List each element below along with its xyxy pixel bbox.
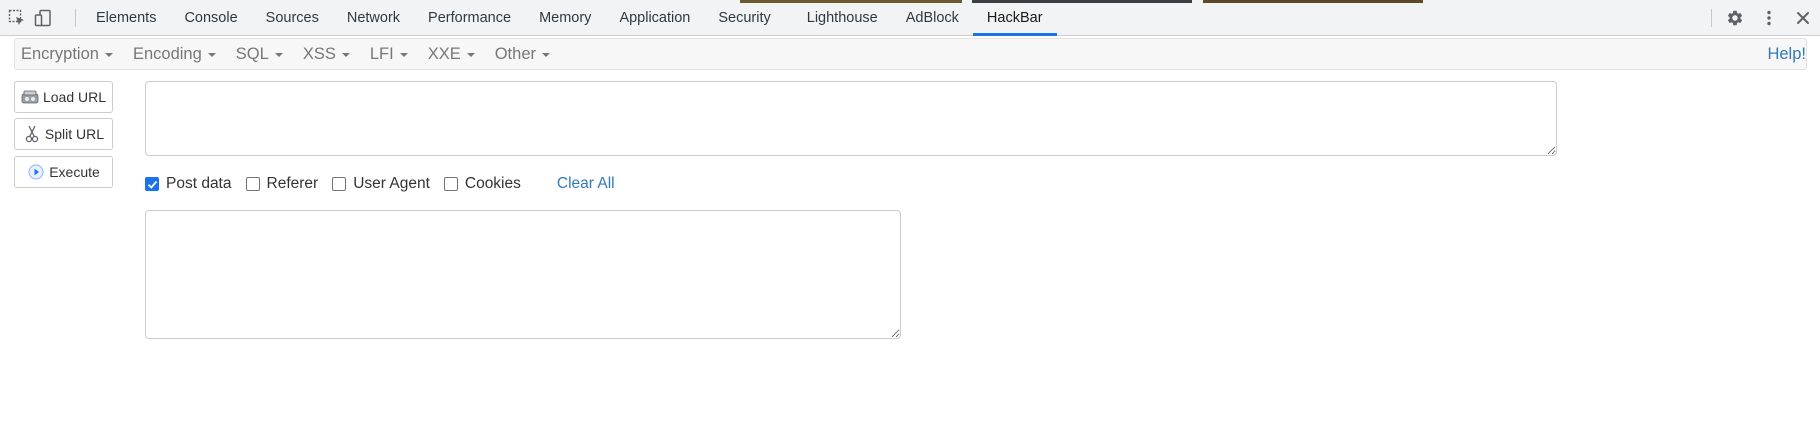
menu-lfi[interactable]: LFI bbox=[370, 45, 418, 64]
user-agent-label: User Agent bbox=[353, 175, 430, 192]
play-icon bbox=[27, 163, 45, 181]
execute-label: Execute bbox=[49, 164, 100, 180]
load-url-label: Load URL bbox=[42, 89, 107, 105]
tab-adblock[interactable]: AdBlock bbox=[892, 0, 973, 36]
caret-down-icon bbox=[466, 53, 475, 57]
devtools-tabs: Elements Console Sources Network Perform… bbox=[82, 0, 1057, 36]
tab-security[interactable]: Security bbox=[704, 0, 784, 36]
cookies-label: Cookies bbox=[464, 175, 521, 192]
more-options-icon[interactable] bbox=[1758, 7, 1780, 29]
tab-elements[interactable]: Elements bbox=[82, 0, 170, 36]
hackbar-menubar: Encryption Encoding SQL XSS LFI XXE Othe… bbox=[14, 38, 1807, 70]
referer-label: Referer bbox=[266, 175, 319, 192]
split-url-button[interactable]: Split URL bbox=[14, 118, 113, 150]
help-link[interactable]: Help! bbox=[1767, 39, 1806, 69]
devtools-right-controls bbox=[1711, 0, 1820, 36]
menu-other[interactable]: Other bbox=[495, 45, 560, 64]
tab-lighthouse[interactable]: Lighthouse bbox=[793, 0, 892, 36]
menu-encoding[interactable]: Encoding bbox=[133, 45, 226, 64]
tab-console[interactable]: Console bbox=[170, 0, 251, 36]
menu-label: Other bbox=[494, 44, 536, 63]
page-content-strip bbox=[1203, 0, 1423, 3]
menu-label: Encoding bbox=[132, 44, 202, 63]
settings-gear-icon[interactable] bbox=[1724, 7, 1746, 29]
referer-checkbox[interactable] bbox=[245, 177, 260, 191]
caret-down-icon bbox=[399, 53, 408, 57]
device-toolbar-icon[interactable] bbox=[32, 7, 54, 29]
caret-down-icon bbox=[542, 53, 550, 57]
caret-down-icon bbox=[104, 53, 113, 57]
post-data-label: Post data bbox=[166, 175, 232, 192]
menu-xxe[interactable]: XXE bbox=[428, 45, 485, 64]
menu-label: LFI bbox=[369, 44, 394, 63]
user-agent-checkbox[interactable] bbox=[332, 177, 347, 191]
hackbar-menu: Encryption Encoding SQL XSS LFI XXE Othe… bbox=[21, 39, 570, 69]
tab-performance[interactable]: Performance bbox=[414, 0, 525, 36]
caret-down-icon bbox=[274, 53, 283, 57]
user-agent-option[interactable]: User Agent bbox=[332, 175, 430, 193]
menu-sql[interactable]: SQL bbox=[236, 45, 293, 64]
scissors-icon bbox=[23, 125, 41, 143]
menu-label: XSS bbox=[302, 44, 336, 63]
clear-all-link[interactable]: Clear All bbox=[557, 175, 615, 193]
inspect-element-icon[interactable] bbox=[6, 7, 28, 29]
devtools-toolbar: Elements Console Sources Network Perform… bbox=[0, 0, 1820, 36]
tab-sources[interactable]: Sources bbox=[252, 0, 333, 36]
toolbar-divider bbox=[1711, 9, 1712, 27]
menu-label: XXE bbox=[427, 44, 461, 63]
post-data-textarea[interactable] bbox=[145, 210, 901, 339]
execute-button[interactable]: Execute bbox=[14, 156, 113, 188]
url-textarea[interactable] bbox=[145, 81, 1557, 156]
close-icon[interactable] bbox=[1792, 7, 1814, 29]
tab-network[interactable]: Network bbox=[333, 0, 414, 36]
menu-encryption[interactable]: Encryption bbox=[21, 45, 123, 64]
request-options: Post data Referer User Agent Cookies Cle… bbox=[145, 173, 615, 195]
cookies-checkbox[interactable] bbox=[443, 177, 458, 191]
cookies-option[interactable]: Cookies bbox=[443, 175, 521, 193]
toolbar-divider bbox=[75, 9, 76, 27]
split-url-label: Split URL bbox=[44, 126, 105, 142]
menu-xss[interactable]: XSS bbox=[303, 45, 360, 64]
menu-label: Encryption bbox=[21, 44, 99, 63]
tab-application[interactable]: Application bbox=[605, 0, 704, 36]
tab-memory[interactable]: Memory bbox=[525, 0, 605, 36]
load-url-button[interactable]: Load URL bbox=[14, 81, 113, 113]
caret-down-icon bbox=[341, 53, 350, 57]
post-data-checkbox[interactable] bbox=[145, 177, 159, 191]
post-data-option[interactable]: Post data bbox=[145, 175, 232, 193]
load-url-icon bbox=[21, 88, 39, 106]
menu-label: SQL bbox=[235, 44, 269, 63]
referer-option[interactable]: Referer bbox=[245, 175, 319, 193]
caret-down-icon bbox=[207, 53, 216, 57]
tab-hackbar[interactable]: HackBar bbox=[972, 0, 1057, 36]
